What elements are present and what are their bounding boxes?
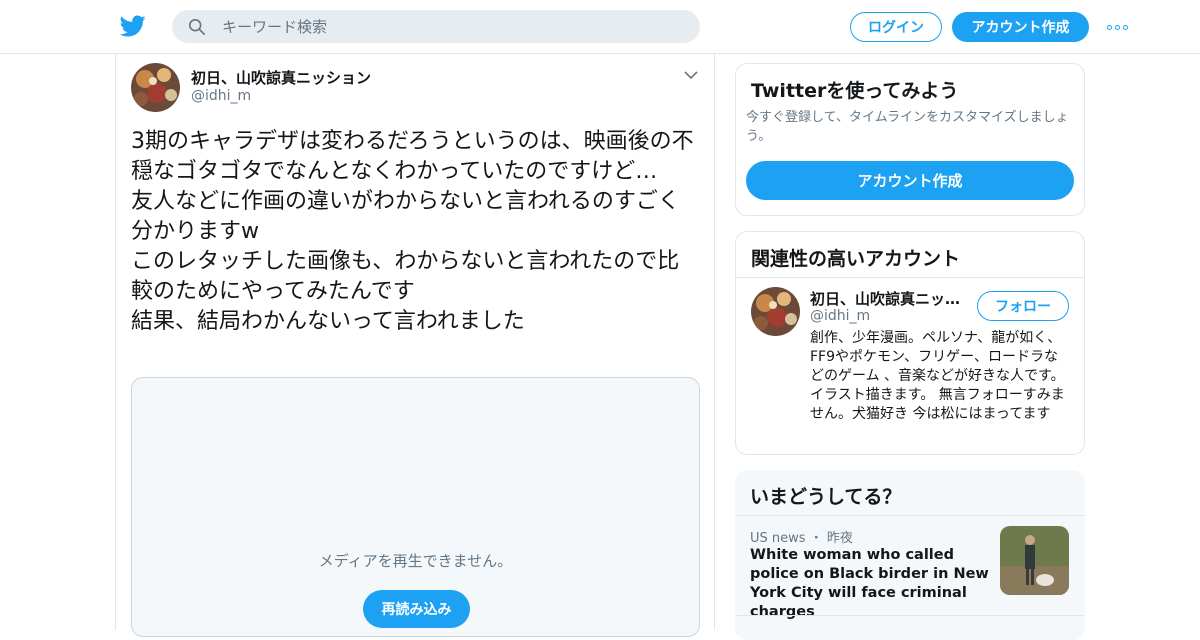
trends-title: いまどうしてる？ xyxy=(750,486,902,508)
trend-time: 昨夜 xyxy=(826,531,853,546)
card-divider xyxy=(735,615,1085,616)
follow-button[interactable]: フォロー xyxy=(977,291,1069,321)
related-accounts-title: 関連性の高いアカウント xyxy=(751,248,961,270)
signup-card-title: Twitterを使ってみよう xyxy=(751,80,959,102)
trend-meta: US news ・ 昨夜 xyxy=(750,527,853,546)
related-accounts-card: 関連性の高いアカウント 初日、山吹諒真ニッション @idhi_m フォロー 創作… xyxy=(735,231,1085,455)
trend-category: US news xyxy=(750,531,806,546)
chevron-down-icon[interactable] xyxy=(684,70,698,80)
search-icon xyxy=(188,18,206,36)
signup-card-button[interactable]: アカウント作成 xyxy=(746,161,1074,200)
trends-card: いまどうしてる？ US news ・ 昨夜 White woman who ca… xyxy=(735,470,1085,640)
author-name[interactable]: 初日、山吹諒真ニッション xyxy=(191,67,371,88)
author-avatar[interactable] xyxy=(131,63,180,112)
account-avatar[interactable] xyxy=(751,287,800,336)
signup-card-description: 今すぐ登録して、タイムラインをカスタマイズしましょう。 xyxy=(746,110,1069,144)
twitter-bird-icon[interactable] xyxy=(120,13,146,39)
trend-separator: ・ xyxy=(809,531,823,546)
account-bio: 創作、少年漫画。ペルソナ、龍が如く、FF9やポケモン、フリゲー、ロードラなどのゲ… xyxy=(810,330,1065,422)
reload-button[interactable]: 再読み込み xyxy=(363,590,470,628)
media-error-message: メディアを再生できません。 xyxy=(318,552,513,570)
search-input[interactable] xyxy=(222,10,682,43)
account-name[interactable]: 初日、山吹諒真ニッション xyxy=(810,288,970,309)
top-navigation-bar: ログイン アカウント作成 xyxy=(0,0,1200,54)
trend-thumbnail[interactable] xyxy=(1000,526,1069,595)
media-container: メディアを再生できません。 再読み込み xyxy=(131,377,700,637)
tweet-detail: 初日、山吹諒真ニッション @idhi_m 3期のキャラデザは変わるだろうというの… xyxy=(115,54,715,637)
card-divider xyxy=(735,515,1085,516)
account-handle[interactable]: @idhi_m xyxy=(810,308,870,324)
login-button[interactable]: ログイン xyxy=(850,12,942,42)
signup-card: Twitterを使ってみよう 今すぐ登録して、タイムラインをカスタマイズしましょ… xyxy=(735,63,1085,216)
more-options-icon[interactable] xyxy=(1107,18,1131,36)
tweet-text: 3期のキャラデザは変わるだろうというのは、映画後の不穏なゴタゴタでなんとなくわか… xyxy=(131,129,694,334)
trend-headline[interactable]: White woman who called police on Black b… xyxy=(750,546,990,622)
card-divider xyxy=(736,277,1084,278)
signup-button[interactable]: アカウント作成 xyxy=(952,12,1089,42)
author-handle[interactable]: @idhi_m xyxy=(191,88,251,104)
search-box xyxy=(172,10,700,43)
